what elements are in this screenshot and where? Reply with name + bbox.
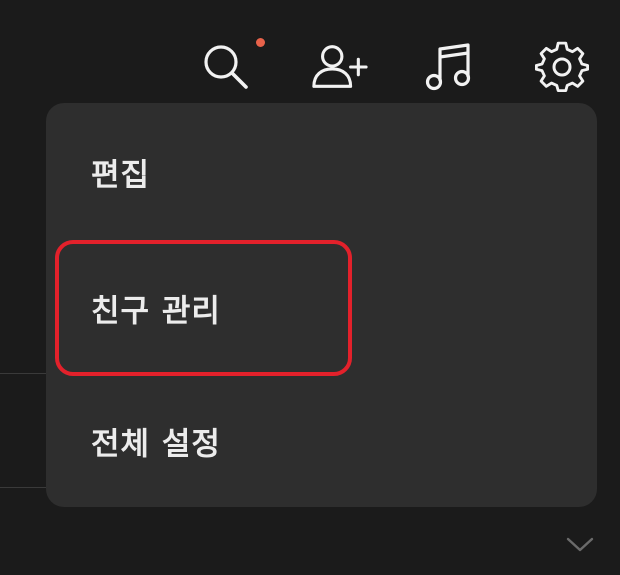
search-icon[interactable] [197,38,255,96]
add-friend-icon[interactable] [310,38,368,96]
menu-item-edit[interactable]: 편집 [46,117,597,227]
menu-item-all-settings[interactable]: 전체 설정 [46,386,597,496]
dropdown-menu: 편집 친구 관리 전체 설정 [46,103,597,507]
divider [0,487,50,488]
music-icon[interactable] [420,38,478,96]
chevron-down-icon[interactable] [565,530,595,560]
menu-item-label: 편집 [91,157,151,194]
menu-item-manage-friends[interactable]: 친구 관리 [46,253,597,363]
top-toolbar [0,0,620,100]
divider [0,373,50,374]
settings-icon[interactable] [533,38,591,96]
notification-dot [256,38,265,47]
menu-item-label: 전체 설정 [91,426,221,463]
menu-item-label: 친구 관리 [91,293,221,330]
